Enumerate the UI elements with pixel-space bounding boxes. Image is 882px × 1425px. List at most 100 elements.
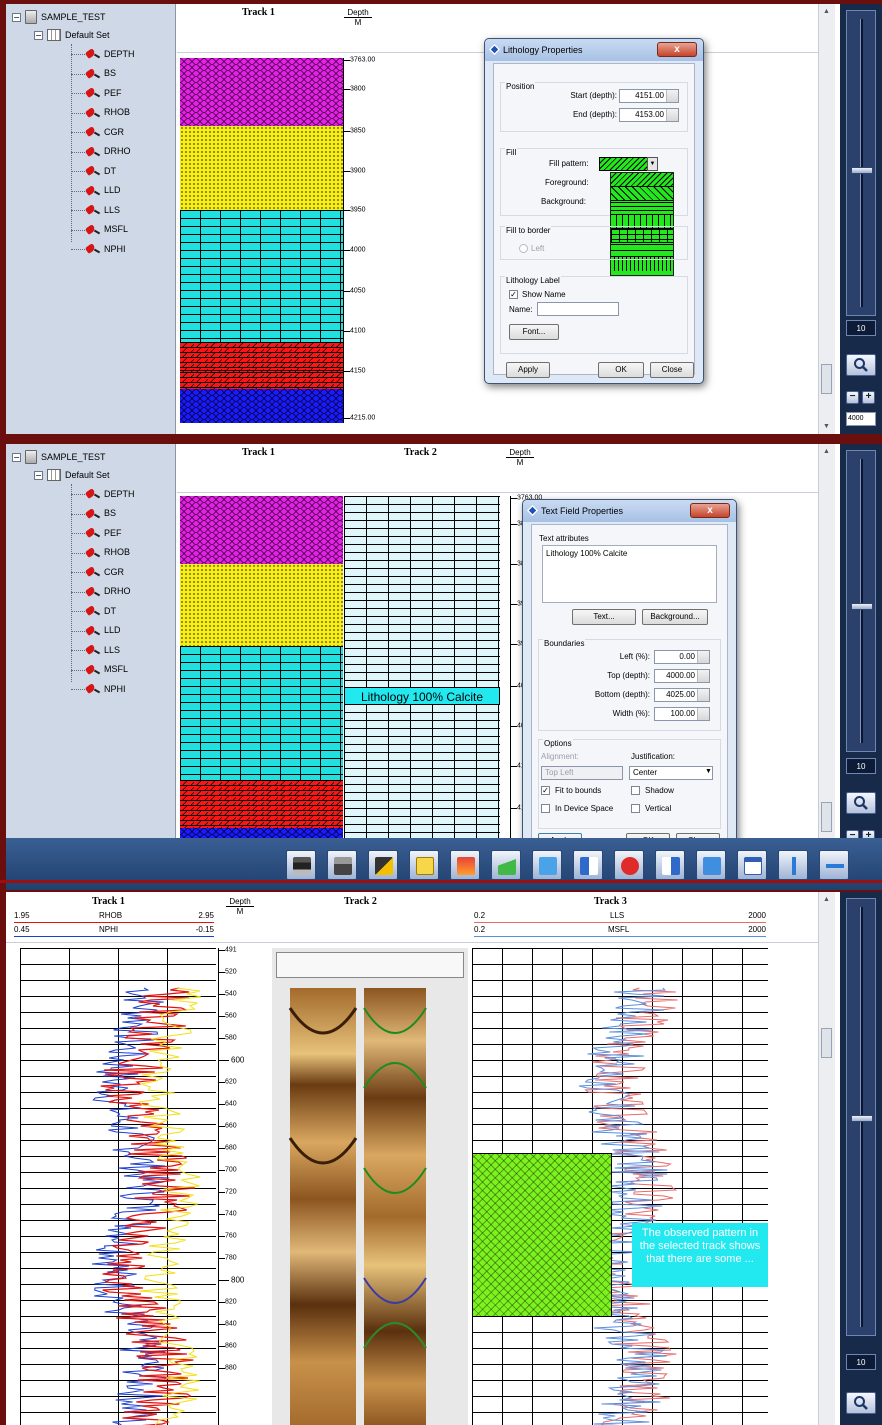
lithology-red[interactable] (180, 780, 343, 828)
tree-curve-nphi[interactable]: NPHI (86, 683, 126, 694)
tree-curve-lld[interactable]: LLD (86, 625, 121, 636)
zoom-slider-thumb[interactable] (851, 1115, 873, 1122)
top-depth-input[interactable]: 4000.00 (654, 669, 710, 683)
add-area-button[interactable] (491, 850, 521, 880)
tree-curve-msfl[interactable]: MSFL (86, 664, 128, 675)
rhob-curve-header[interactable]: 1.95 RHOB 2.95 (14, 911, 214, 923)
annotation-text-box[interactable]: The observed pattern in the selected tra… (632, 1223, 768, 1287)
apply-button[interactable]: Apply (506, 362, 550, 378)
text-field[interactable]: Lithology 100% Calcite (344, 687, 500, 705)
close-button[interactable]: Close (650, 362, 694, 378)
pattern-option[interactable] (611, 187, 673, 201)
lls-curve-header[interactable]: 0.2 LLS 2000 (474, 911, 766, 923)
tree-curve-cgr[interactable]: CGR (86, 126, 124, 137)
zoom-slider[interactable] (846, 898, 876, 1336)
tree-curve-lls[interactable]: LLS (86, 204, 120, 215)
collapse-icon[interactable]: − (34, 30, 43, 40)
pattern-option[interactable] (611, 201, 673, 215)
text-area[interactable]: Lithology 100% Calcite (542, 545, 717, 603)
tree-curve-drho[interactable]: DRHO (86, 146, 131, 157)
lithology-yellow[interactable] (180, 126, 343, 210)
lithology-magenta[interactable] (180, 58, 343, 126)
close-icon[interactable]: x (690, 503, 730, 518)
shadow-checkbox[interactable] (631, 786, 640, 795)
text-button[interactable]: Text... (572, 609, 636, 625)
tree-curve-rhob[interactable]: RHOB (86, 107, 130, 118)
nphi-curve-header[interactable]: 0.45 NPHI -0.15 (14, 925, 214, 937)
msfl-curve-header[interactable]: 0.2 MSFL 2000 (474, 925, 766, 937)
scroll-up-icon[interactable]: ▲ (823, 448, 830, 455)
collapse-icon[interactable]: − (12, 12, 21, 22)
font-button[interactable]: Font... (509, 324, 559, 340)
tree-curve-drho[interactable]: DRHO (86, 586, 131, 597)
scroll-thumb[interactable] (821, 802, 832, 832)
lithology-magenta[interactable] (180, 496, 343, 564)
paint-button[interactable] (368, 850, 398, 880)
tree-curve-depth[interactable]: DEPTH (86, 488, 135, 499)
tree-curve-pef[interactable]: PEF (86, 87, 122, 98)
tree-set[interactable]: − Default Set (34, 29, 110, 41)
add-track-button[interactable] (573, 850, 603, 880)
chevron-down-icon[interactable]: ▼ (647, 157, 658, 171)
vertical-fit-button[interactable] (778, 850, 808, 880)
collapse-icon[interactable]: − (12, 452, 21, 462)
print-button[interactable] (286, 850, 316, 880)
zoom-button[interactable] (846, 354, 876, 376)
tree-root[interactable]: − SAMPLE_TEST (12, 10, 106, 24)
pattern-option[interactable] (611, 173, 673, 187)
fit-to-bounds-checkbox[interactable]: ✓ (541, 786, 550, 795)
curve-settings-button[interactable] (696, 850, 726, 880)
add-curve-button[interactable] (532, 850, 562, 880)
background-button[interactable]: Background... (642, 609, 708, 625)
device-space-checkbox[interactable] (541, 804, 550, 813)
lithology-cyan[interactable] (180, 210, 343, 342)
grid-button[interactable] (737, 850, 767, 880)
tree-curve-dt[interactable]: DT (86, 165, 116, 176)
tree-curve-dt[interactable]: DT (86, 605, 116, 616)
depth-spinbox[interactable]: 4000 (846, 412, 876, 426)
tree-curve-cgr[interactable]: CGR (86, 566, 124, 577)
tree-curve-bs[interactable]: BS (86, 68, 116, 79)
scroll-down-icon[interactable]: ▼ (823, 423, 830, 430)
scroll-up-icon[interactable]: ▲ (823, 8, 830, 15)
vertical-scrollbar[interactable]: ▲ ▼ (818, 4, 835, 434)
zoom-out-button[interactable]: − (846, 391, 859, 404)
end-depth-input[interactable]: 4153.00 (619, 108, 679, 122)
scroll-up-icon[interactable]: ▲ (823, 896, 830, 903)
left-radio[interactable] (519, 244, 528, 253)
show-name-checkbox[interactable]: ✓ (509, 290, 518, 299)
zoom-slider[interactable] (846, 450, 876, 752)
left-percent-input[interactable]: 0.00 (654, 650, 710, 664)
selected-interval-marker[interactable] (180, 367, 343, 371)
tree-curve-nphi[interactable]: NPHI (86, 243, 126, 254)
insert-track-button[interactable] (655, 850, 685, 880)
scroll-thumb[interactable] (821, 364, 832, 394)
tree-curve-depth[interactable]: DEPTH (86, 48, 135, 59)
justification-select[interactable]: Center (629, 766, 713, 780)
collapse-icon[interactable]: − (34, 470, 43, 480)
tree-curve-bs[interactable]: BS (86, 508, 116, 519)
start-depth-input[interactable]: 4151.00 (619, 89, 679, 103)
chevron-down-icon[interactable]: ▼ (705, 768, 712, 775)
scroll-thumb[interactable] (821, 1028, 832, 1058)
close-icon[interactable]: x (657, 42, 697, 57)
vertical-scrollbar[interactable]: ▲ ▼ (818, 444, 835, 876)
print-preview-button[interactable] (327, 850, 357, 880)
tree-set[interactable]: − Default Set (34, 469, 110, 481)
bottom-depth-input[interactable]: 4025.00 (654, 688, 710, 702)
tree-curve-pef[interactable]: PEF (86, 527, 122, 538)
tree-curve-lls[interactable]: LLS (86, 644, 120, 655)
lithology-cyan[interactable] (180, 646, 343, 780)
tree-root[interactable]: − SAMPLE_TEST (12, 450, 106, 464)
annotate-button[interactable] (409, 850, 439, 880)
width-percent-input[interactable]: 100.00 (654, 707, 710, 721)
ok-button[interactable]: OK (598, 362, 644, 378)
zoom-slider-thumb[interactable] (851, 603, 873, 610)
tree-curve-lld[interactable]: LLD (86, 185, 121, 196)
name-input[interactable] (537, 302, 619, 316)
alignment-select[interactable]: Top Left (541, 766, 623, 780)
tree-curve-rhob[interactable]: RHOB (86, 547, 130, 558)
vertical-scrollbar[interactable]: ▲ (818, 892, 835, 1425)
vertical-checkbox[interactable] (631, 804, 640, 813)
pattern-fill-area[interactable] (472, 1153, 612, 1317)
